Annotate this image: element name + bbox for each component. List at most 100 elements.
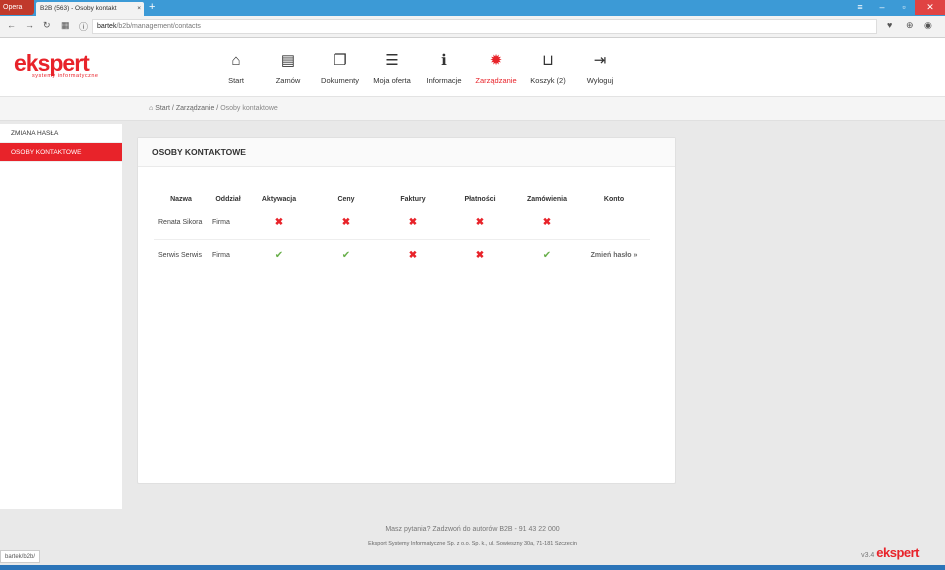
col-header: Zamówienia [526,195,568,203]
cell-name: Renata Sikora [158,219,203,227]
browser-tab[interactable]: B2B (563) - Osoby kontakt × [36,2,144,16]
cell-permission: ✖ [310,207,382,239]
new-tab-button[interactable]: + [149,1,155,14]
minimize-button[interactable]: – [871,0,893,15]
check-icon: ✔ [542,249,552,261]
cell-permission: ✖ [382,238,444,271]
site-header: ekspert systemy informatyczne ⌂ Start ▤ Za… [0,38,945,97]
contacts-table: Nazwa Oddział Aktywacja Ceny Faktury Pła… [154,191,650,271]
version-badge: v3.4 ekspert [861,545,919,560]
footer-company: Eksport Systemy Informatyczne Sp. z o.o.… [368,541,577,547]
url-host: bartek [97,23,117,30]
table-body: Renata Sikora Firma ✖ ✖ ✖ ✖ ✖ Serwis Serwis Firm… [154,207,650,271]
close-tab-icon[interactable]: × [137,2,141,15]
menu-item-informacje[interactable]: ℹ Informacje [418,51,470,85]
order-icon: ▤ [280,52,296,69]
cell-account: Zmień hasło » [578,238,650,271]
col-header: Płatności [464,195,496,203]
contacts-panel: Osoby kontaktowe Nazwa Oddział Aktywacja… [137,137,676,484]
info-icon: ℹ [441,52,447,69]
download-icon[interactable]: ⊕ [906,20,914,31]
site-info-icon[interactable]: ⓘ [79,20,88,33]
sidebar-item-contacts[interactable]: Osoby kontaktowe [0,143,122,162]
table-row: Renata Sikora Firma ✖ ✖ ✖ ✖ ✖ [154,207,650,239]
close-window-button[interactable]: ✕ [915,0,945,15]
list-icon: ☰ [385,52,399,69]
cell-permission: ✖ [444,238,516,271]
menu-label: Zamów [275,76,301,85]
breadcrumb-bar: ⌂ Start / Zarządzanie / Osoby kontaktowe [0,97,945,121]
footer-question: Masz pytania? Zadzwoń do autorów B2B - 9… [385,526,560,533]
browser-titlebar: Opera B2B (563) - Osoby kontakt × + ≡ – … [0,0,945,16]
cell-name: Serwis Serwis [154,238,208,271]
sidebar: Zmiana hasła Osoby kontaktowe [0,124,122,509]
cell-branch: Firma [212,219,230,227]
version-label: v3.4 [861,552,875,559]
reload-icon[interactable]: ↻ [43,20,51,31]
breadcrumb-manage[interactable]: Zarządzanie [176,105,215,112]
menu-item-zarzadzanie[interactable]: ✹ Zarządzanie [470,51,522,85]
address-bar: ← → ↻ ▦ ⓘ bartek/b2b/management/contacts… [0,16,945,38]
cell-permission: ✔ [310,238,382,271]
change-password-link[interactable]: Zmień hasło » [591,252,638,259]
footer: Masz pytania? Zadzwoń do autorów B2B - 9… [0,509,945,565]
ekspert-logo[interactable]: ekspert systemy informatyczne [14,50,98,80]
col-header: Konto [603,195,625,203]
cross-icon: ✖ [408,217,418,229]
menu-item-oferta[interactable]: ☰ Moja oferta [366,51,418,85]
documents-icon: ❐ [333,52,347,69]
breadcrumb-current: Osoby kontaktowe [220,105,278,112]
menu-label: Zarządzanie [475,76,517,85]
window-controls: ≡ – ▫ ✕ [849,0,945,15]
cell-account [578,207,650,239]
breadcrumb-start[interactable]: Start [155,105,170,112]
home-icon: ⌂ [231,52,241,69]
check-icon: ✔ [274,249,284,261]
status-url: bartek/b2b/ [0,550,41,563]
col-header: Ceny [337,195,355,203]
menu-label: Koszyk (2) [530,76,566,85]
logo-main: ekspert [14,50,90,76]
opera-menu-button[interactable]: Opera [0,0,34,15]
speed-dial-icon[interactable]: ▦ [61,20,70,31]
footer-logo: ekspert [876,545,919,560]
col-header: Nazwa [170,195,192,203]
check-icon: ✔ [341,249,351,261]
forward-icon[interactable]: → [25,20,34,30]
menu-label: Informacje [426,76,462,85]
cell-permission: ✖ [382,207,444,239]
tab-title: B2B (563) - Osoby kontakt [40,5,117,12]
menu-item-start[interactable]: ⌂ Start [210,51,262,85]
col-header: Aktywacja [261,195,297,203]
taskbar [0,565,945,570]
cross-icon: ✖ [542,217,552,229]
table-row: Serwis Serwis Firma ✔ ✔ ✖ ✖ ✔ Zmień hasło » [154,238,650,271]
main-menu: ⌂ Start ▤ Zamów ❐ Dokumenty ☰ Moja oferta ℹI… [210,51,626,85]
cross-icon: ✖ [475,217,485,229]
menu-item-wyloguj[interactable]: ⇥ Wyloguj [574,51,626,85]
col-header: Oddział [215,195,241,203]
cell-permission: ✔ [516,238,578,271]
cell-permission: ✖ [516,207,578,239]
menu-item-zamow[interactable]: ▤ Zamów [262,51,314,85]
cell-permission: ✔ [248,238,310,271]
menu-item-koszyk[interactable]: ⊔ Koszyk (2) [522,51,574,85]
url-field[interactable]: bartek/b2b/management/contacts [92,19,877,34]
account-icon[interactable]: ◉ [924,20,932,31]
menu-label: Moja oferta [373,76,411,85]
logout-icon: ⇥ [593,52,607,69]
panel-title: Osoby kontaktowe [138,138,675,167]
back-icon[interactable]: ← [7,20,16,30]
cross-icon: ✖ [341,217,351,229]
menu-label: Wyloguj [586,76,614,85]
menu-item-dokumenty[interactable]: ❐ Dokumenty [314,51,366,85]
maximize-button[interactable]: ▫ [893,0,915,15]
cell-permission: ✖ [444,207,516,239]
bookmark-heart-icon[interactable]: ♥ [887,20,892,30]
sidebar-item-change-password[interactable]: Zmiana hasła [0,124,122,143]
menu-label: Start [228,76,244,85]
cross-icon: ✖ [475,249,485,261]
tab-menu-icon[interactable]: ≡ [849,0,871,15]
col-header: Faktury [400,195,426,203]
breadcrumb: ⌂ Start / Zarządzanie / Osoby kontaktowe [149,105,278,112]
